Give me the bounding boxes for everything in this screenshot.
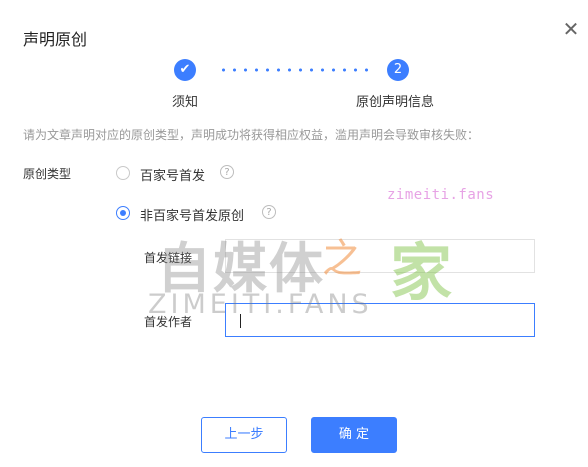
step-1-check-icon: ✔: [174, 59, 196, 81]
watermark-en: ZIMEITI.FANS: [148, 289, 373, 320]
help-icon[interactable]: ?: [220, 165, 234, 179]
radio-non-baijiahao-original[interactable]: [116, 206, 130, 220]
radio-baijiahao-first[interactable]: [116, 166, 130, 180]
step-connector: [218, 68, 368, 72]
instruction-text: 请为文章声明对应的原创类型，声明成功将获得相应权益，滥用声明会导致审核失败：: [23, 128, 480, 142]
help-icon[interactable]: ?: [262, 205, 276, 219]
original-declaration-dialog: 声明原创 ✕ ✔ 2 须知 原创声明信息 请为文章声明对应的原创类型，声明成功将…: [0, 0, 588, 467]
option-baijiahao-first-label[interactable]: 百家号首发: [140, 165, 205, 184]
option-non-baijiahao-original-label[interactable]: 非百家号首发原创: [140, 205, 244, 224]
step-1-label: 须知: [172, 95, 199, 110]
watermark-jia: 家: [390, 236, 453, 309]
watermark-zhi: 之: [322, 236, 362, 282]
previous-step-button[interactable]: 上一步: [201, 417, 287, 453]
confirm-button[interactable]: 确 定: [311, 417, 397, 453]
close-icon[interactable]: ✕: [560, 18, 582, 40]
original-type-label: 原创类型: [23, 167, 72, 181]
step-2-number: 2: [387, 59, 409, 81]
dialog-title: 声明原创: [23, 30, 88, 49]
watermark-small: zimeiti.fans: [387, 187, 495, 203]
step-2-label: 原创声明信息: [356, 95, 435, 110]
